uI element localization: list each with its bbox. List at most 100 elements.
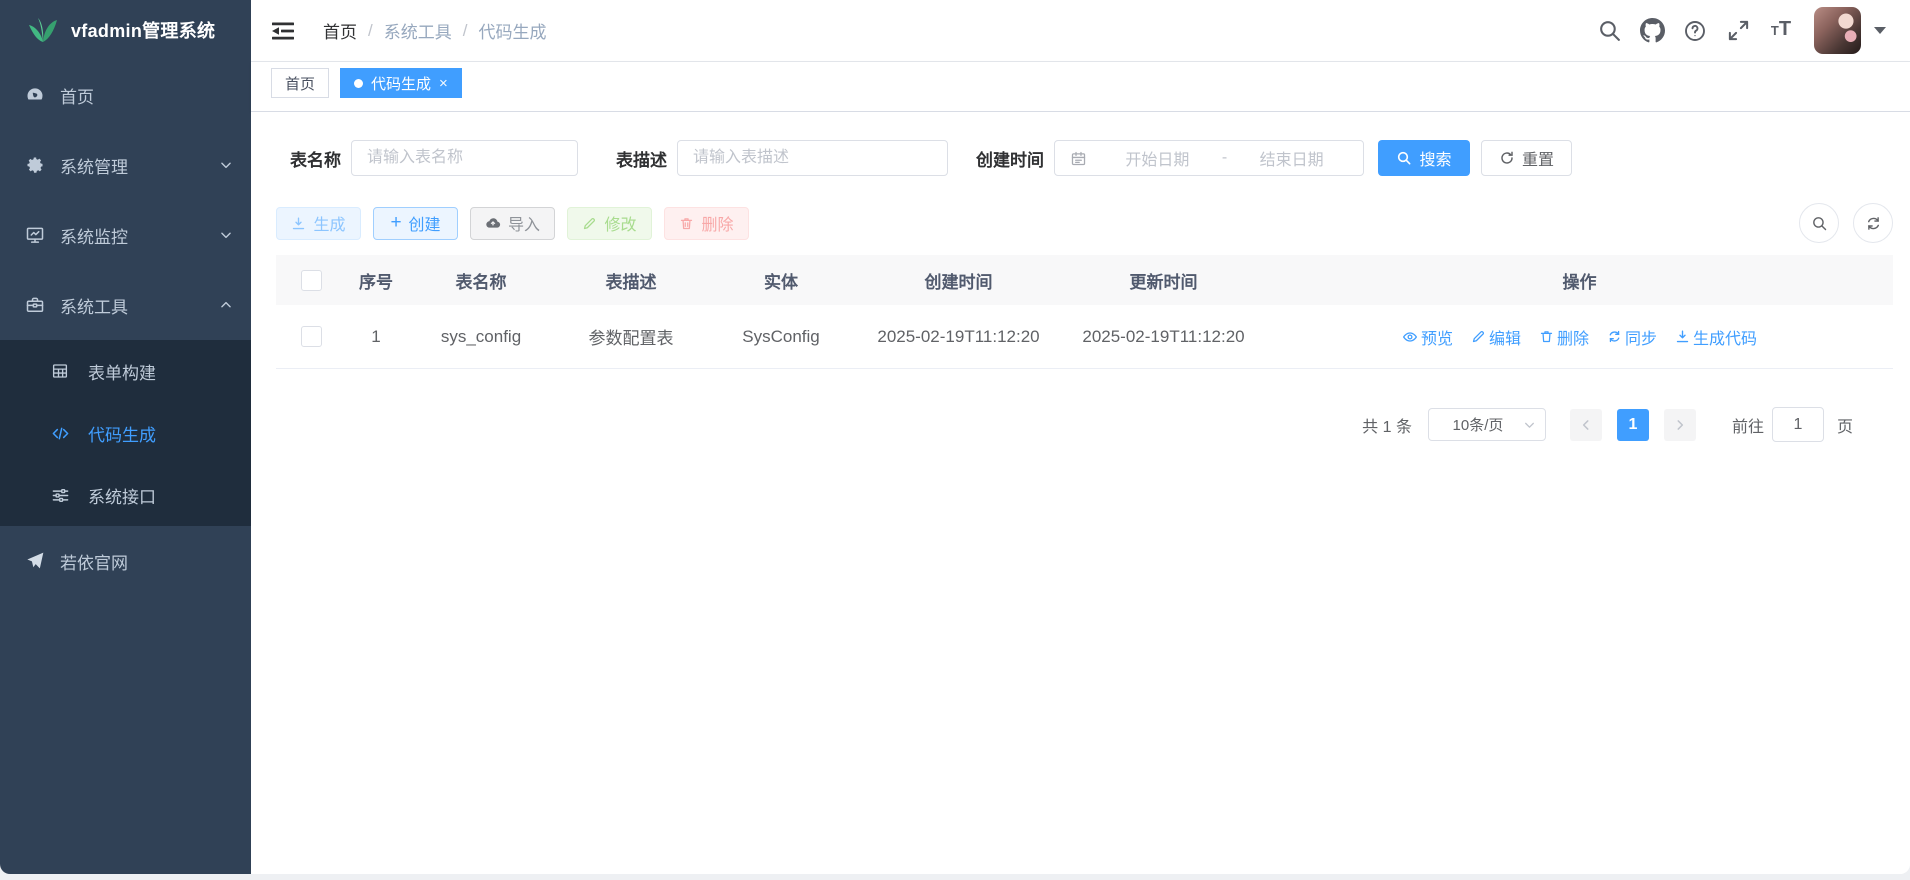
eye-icon — [1402, 329, 1418, 345]
fullscreen-icon[interactable] — [1725, 18, 1751, 44]
page-number-button[interactable]: 1 — [1617, 409, 1649, 441]
delete-button[interactable]: 删除 — [664, 207, 749, 240]
reset-button[interactable]: 重置 — [1481, 140, 1572, 176]
dashboard-icon — [25, 85, 45, 105]
github-icon[interactable] — [1639, 18, 1665, 44]
search-button[interactable]: 搜索 — [1378, 140, 1470, 176]
navbar: 首页 / 系统工具 / 代码生成 — [251, 0, 1910, 62]
breadcrumb-item-home[interactable]: 首页 — [323, 18, 357, 43]
generate-code-label: 生成代码 — [1693, 325, 1757, 349]
font-size-icon[interactable]: TT — [1768, 18, 1794, 44]
sidebar-item-label: 表单构建 — [88, 359, 156, 384]
delete-link[interactable]: 删除 — [1539, 325, 1589, 349]
edit-label: 编辑 — [1489, 325, 1521, 349]
column-header-index: 序号 — [346, 268, 406, 293]
tab-label: 首页 — [285, 73, 315, 94]
breadcrumb-item-code-generation: 代码生成 — [478, 18, 546, 43]
sidebar-item-home[interactable]: 首页 — [0, 60, 251, 130]
sidebar-item-code-generation[interactable]: 代码生成 — [0, 402, 251, 464]
column-header-create-time: 创建时间 — [856, 268, 1061, 293]
cloud-upload-icon — [485, 215, 501, 231]
sidebar-item-label: 若依官网 — [60, 549, 128, 574]
sidebar-item-label: 系统工具 — [60, 293, 128, 318]
prev-page-button[interactable] — [1570, 409, 1602, 441]
sidebar-item-form-builder[interactable]: 表单构建 — [0, 340, 251, 402]
navbar-actions: TT — [1579, 7, 1886, 54]
row-select-cell — [276, 326, 346, 347]
page-content: 表名称 表描述 创建时间 开始日期 - 结束日期 — [251, 112, 1910, 874]
start-date-placeholder[interactable]: 开始日期 — [1101, 146, 1214, 170]
toolbox-icon — [25, 295, 45, 315]
row-entity: SysConfig — [706, 327, 856, 347]
next-page-button[interactable] — [1664, 409, 1696, 441]
page-size-value: 10条/页 — [1453, 414, 1504, 435]
preview-link[interactable]: 预览 — [1402, 325, 1453, 349]
caret-down-icon[interactable] — [1874, 27, 1886, 34]
app-logo[interactable]: vfadmin管理系统 — [0, 0, 251, 60]
breadcrumb-separator: / — [463, 21, 468, 41]
sidebar-item-label: 代码生成 — [88, 421, 156, 446]
help-icon[interactable] — [1682, 18, 1708, 44]
sidebar-item-system-monitor[interactable]: 系统监控 — [0, 200, 251, 270]
sync-link[interactable]: 同步 — [1607, 325, 1657, 349]
end-date-placeholder[interactable]: 结束日期 — [1235, 146, 1348, 170]
page-size-select[interactable]: 10条/页 — [1428, 408, 1546, 441]
delete-label: 删除 — [1557, 325, 1589, 349]
row-create-time: 2025-02-19T11:12:20 — [856, 327, 1061, 347]
sidebar-item-system-tools[interactable]: 系统工具 — [0, 270, 251, 340]
sidebar-item-label: 系统监控 — [60, 223, 128, 248]
refresh-button[interactable] — [1853, 203, 1893, 243]
generate-button[interactable]: 生成 — [276, 207, 361, 240]
download-icon — [1675, 329, 1690, 344]
sidebar-toggle-button[interactable] — [272, 22, 294, 40]
chevron-down-icon — [219, 158, 233, 172]
font-size-large-glyph: T — [1779, 18, 1791, 41]
chevron-left-icon — [1579, 418, 1593, 432]
codegen-table: 序号 表名称 表描述 实体 创建时间 更新时间 操作 1 sys_config … — [276, 255, 1893, 369]
sidebar-item-official-site[interactable]: 若依官网 — [0, 526, 251, 596]
toolbar: 生成 + 创建 导入 修改 — [276, 203, 1893, 243]
sidebar-item-label: 系统管理 — [60, 153, 128, 178]
edit-button[interactable]: 修改 — [567, 207, 652, 240]
row-operations: 预览 编辑 — [1266, 325, 1893, 349]
goto-page-input[interactable] — [1772, 407, 1824, 442]
table-name-input[interactable] — [351, 140, 578, 176]
avatar[interactable] — [1814, 7, 1861, 54]
hide-search-button[interactable] — [1799, 203, 1839, 243]
edit-link[interactable]: 编辑 — [1471, 325, 1521, 349]
monitor-icon — [25, 225, 45, 245]
active-dot — [354, 79, 363, 88]
select-all-checkbox[interactable] — [301, 270, 322, 291]
goto-label: 前往 — [1732, 413, 1764, 437]
pagination: 共 1 条 10条/页 1 前往 页 — [276, 407, 1853, 442]
trash-icon — [679, 216, 694, 231]
create-button[interactable]: + 创建 — [373, 207, 458, 240]
trash-icon — [1539, 329, 1554, 344]
generate-code-link[interactable]: 生成代码 — [1675, 325, 1757, 349]
breadcrumb-separator: / — [368, 21, 373, 41]
sidebar-item-system-api[interactable]: 系统接口 — [0, 464, 251, 526]
page-unit-label: 页 — [1837, 413, 1853, 437]
paper-plane-icon — [25, 551, 45, 571]
import-button[interactable]: 导入 — [470, 207, 555, 240]
row-index: 1 — [346, 327, 406, 347]
breadcrumb: 首页 / 系统工具 / 代码生成 — [323, 18, 546, 43]
sidebar-item-system-management[interactable]: 系统管理 — [0, 130, 251, 200]
tab-home[interactable]: 首页 — [271, 68, 329, 98]
code-icon — [50, 423, 70, 443]
preview-label: 预览 — [1421, 325, 1453, 349]
main-area: 首页 / 系统工具 / 代码生成 — [251, 0, 1910, 874]
search-icon — [1811, 215, 1828, 232]
select-all-cell — [276, 270, 346, 291]
sidebar-item-label: 首页 — [60, 83, 94, 108]
table-tools — [1799, 203, 1893, 243]
tab-code-generation[interactable]: 代码生成 × — [340, 68, 462, 98]
table-desc-label: 表描述 — [602, 146, 667, 171]
date-separator: - — [1214, 149, 1235, 167]
search-icon[interactable] — [1596, 18, 1622, 44]
close-icon[interactable]: × — [439, 76, 448, 91]
table-desc-input[interactable] — [677, 140, 948, 176]
row-checkbox[interactable] — [301, 326, 322, 347]
import-button-label: 导入 — [508, 211, 540, 235]
date-range-picker[interactable]: 开始日期 - 结束日期 — [1054, 140, 1364, 176]
